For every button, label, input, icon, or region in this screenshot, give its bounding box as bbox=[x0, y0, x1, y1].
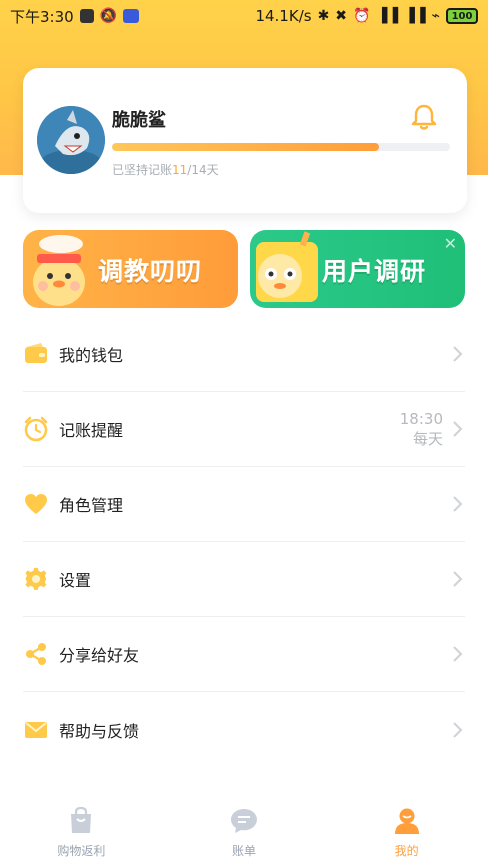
banner-user-survey[interactable]: 用户调研 ✕ bbox=[250, 230, 465, 308]
menu-item-share[interactable]: 分享给好友 bbox=[23, 617, 465, 692]
close-icon[interactable]: ✕ bbox=[444, 234, 457, 253]
gear-icon bbox=[25, 567, 47, 590]
settings-menu: 我的钱包 记账提醒 18:30 每天 角色管理 设置 分享给好友 帮助与反馈 bbox=[23, 317, 465, 767]
streak-total: /14天 bbox=[187, 163, 219, 177]
menu-label-roles: 角色管理 bbox=[59, 496, 124, 515]
status-bar: 下午3:30 🔕 14.1K/s ✱ ✖ ⏰ ▐▐ ▐▐ ⌁ 100 bbox=[0, 0, 488, 32]
chevron-right-icon bbox=[453, 346, 463, 362]
vibrate-off-icon: ✖ bbox=[335, 8, 348, 24]
profile-card[interactable]: 脆脆鲨 已坚持记账11/14天 bbox=[23, 68, 467, 213]
wallet-icon bbox=[25, 343, 47, 363]
tv-duck-mascot-icon bbox=[256, 231, 318, 302]
heart-icon bbox=[25, 494, 47, 514]
menu-label-share: 分享给好友 bbox=[59, 646, 140, 665]
streak-prefix: 已坚持记账 bbox=[112, 163, 173, 177]
notification-mute-icon: 🔕 bbox=[99, 8, 118, 24]
streak-progress-bar bbox=[112, 143, 450, 151]
tab-label-mine: 我的 bbox=[394, 844, 419, 858]
signal-icon: ▐▐ bbox=[376, 8, 399, 24]
tab-mine[interactable]: 我的 bbox=[347, 796, 467, 859]
status-time: 下午3:30 bbox=[10, 7, 74, 26]
bluetooth-icon: ✱ bbox=[317, 8, 330, 24]
banner-user-survey-label: 用户调研 bbox=[322, 257, 427, 286]
streak-progress-fill bbox=[112, 143, 380, 151]
banner-train-daodao-label: 调教叨叨 bbox=[98, 257, 203, 286]
duck-mascot-icon bbox=[33, 235, 85, 306]
menu-item-settings[interactable]: 设置 bbox=[23, 542, 465, 617]
share-icon bbox=[26, 643, 46, 665]
chevron-right-icon bbox=[453, 421, 463, 437]
chevron-right-icon bbox=[453, 721, 463, 738]
menu-label-wallet: 我的钱包 bbox=[59, 346, 124, 365]
menu-item-roles[interactable]: 角色管理 bbox=[23, 467, 465, 542]
notification-square-icon bbox=[79, 9, 94, 23]
alarm-icon: ⏰ bbox=[353, 8, 371, 24]
signal-2-icon: ▐▐ bbox=[404, 8, 426, 24]
menu-label-settings: 设置 bbox=[59, 571, 92, 590]
battery-icon: 100 bbox=[446, 8, 478, 24]
menu-label-help: 帮助与反馈 bbox=[59, 721, 140, 741]
bottom-tab-bar: 购物返利 账单 我的 bbox=[0, 796, 488, 866]
chevron-right-icon bbox=[453, 571, 463, 587]
streak-text: 已坚持记账11/14天 bbox=[112, 161, 219, 178]
reminder-repeat: 每天 bbox=[412, 430, 443, 448]
tab-shopping-rebate[interactable]: 购物返利 bbox=[21, 796, 141, 859]
network-speed: 14.1K/s bbox=[255, 7, 312, 25]
tab-label-shopping-rebate: 购物返利 bbox=[57, 844, 106, 858]
menu-item-help[interactable]: 帮助与反馈 bbox=[23, 692, 465, 767]
chat-bubble-icon bbox=[230, 809, 257, 833]
wifi-icon: ⌁ bbox=[431, 8, 440, 24]
tab-label-bills: 账单 bbox=[231, 844, 256, 858]
chevron-right-icon bbox=[453, 646, 463, 662]
app-notification-icon bbox=[123, 9, 140, 23]
tab-bills[interactable]: 账单 bbox=[184, 796, 304, 859]
streak-current: 11 bbox=[172, 163, 188, 177]
avatar[interactable] bbox=[37, 106, 105, 174]
menu-item-wallet[interactable]: 我的钱包 bbox=[23, 317, 465, 392]
user-icon bbox=[394, 808, 419, 834]
menu-label-reminder: 记账提醒 bbox=[59, 421, 124, 440]
bell-icon[interactable] bbox=[409, 102, 439, 132]
shopping-bag-icon bbox=[71, 806, 92, 833]
envelope-icon bbox=[25, 721, 47, 738]
banner-train-daodao[interactable]: 调教叨叨 bbox=[23, 230, 238, 308]
reminder-time: 18:30 bbox=[399, 410, 443, 428]
menu-item-reminder[interactable]: 记账提醒 18:30 每天 bbox=[23, 392, 465, 467]
alarm-clock-icon bbox=[24, 416, 48, 442]
username: 脆脆鲨 bbox=[112, 110, 166, 131]
reminder-schedule: 18:30 每天 bbox=[400, 409, 443, 449]
chevron-right-icon bbox=[453, 496, 463, 512]
